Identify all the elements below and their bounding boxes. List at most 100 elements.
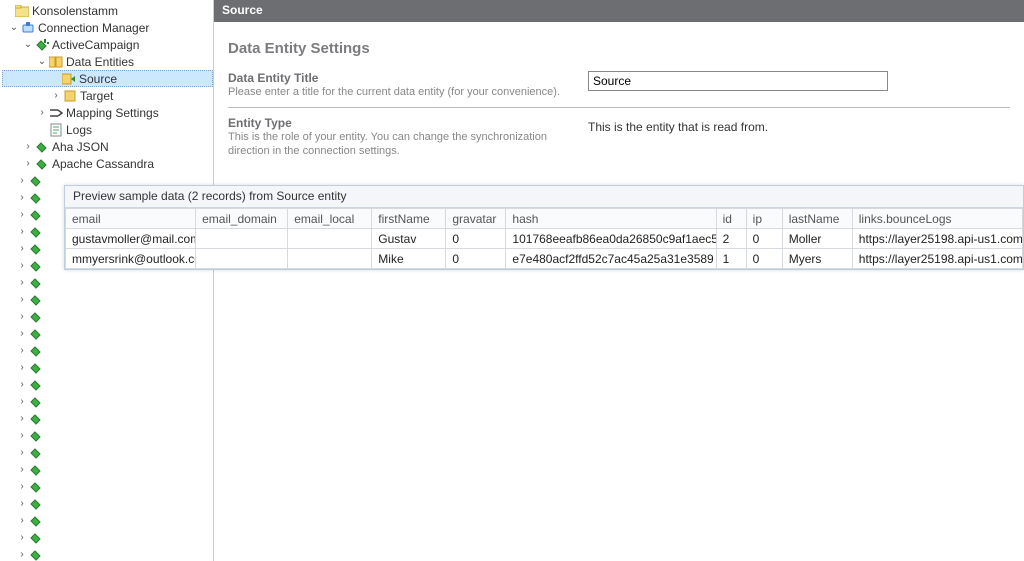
col-lastname[interactable]: lastName <box>782 209 852 229</box>
panel-title-bar: Source <box>214 0 1024 22</box>
table-row[interactable]: mmyersrink@outlook.com Mike 0 e7e480acf2… <box>66 249 1023 269</box>
tree-data-entities[interactable]: ⌄ Data Entities <box>2 53 213 70</box>
col-email-domain[interactable]: email_domain <box>196 209 288 229</box>
plug-icon <box>34 37 50 53</box>
tree-cassandra[interactable]: › Apache Cassandra <box>2 155 213 172</box>
tree-target[interactable]: › Target <box>2 87 213 104</box>
cell: Gustav <box>372 229 446 249</box>
tree-root[interactable]: Konsolenstamm <box>2 2 213 19</box>
col-firstname[interactable]: firstName <box>372 209 446 229</box>
plug-icon <box>28 190 44 206</box>
chevron-right-icon[interactable]: › <box>22 158 34 169</box>
tree-item-collapsed[interactable]: › <box>2 546 213 561</box>
chevron-down-icon[interactable]: ⌄ <box>22 39 34 50</box>
chevron-right-icon[interactable]: › <box>16 430 28 441</box>
chevron-right-icon[interactable]: › <box>16 464 28 475</box>
tree-item-collapsed[interactable]: › <box>2 376 213 393</box>
chevron-right-icon[interactable]: › <box>16 192 28 203</box>
tree-conn-mgr-label: Connection Manager <box>36 21 149 35</box>
tree-item-collapsed[interactable]: › <box>2 308 213 325</box>
folder-icon <box>14 3 30 19</box>
tree-item-collapsed[interactable]: › <box>2 274 213 291</box>
col-ip[interactable]: ip <box>746 209 782 229</box>
tree-item-collapsed[interactable]: › <box>2 342 213 359</box>
entity-title-input[interactable] <box>588 71 888 91</box>
tree-mapping-label: Mapping Settings <box>64 106 159 120</box>
chevron-right-icon[interactable]: › <box>16 226 28 237</box>
chevron-right-icon[interactable]: › <box>16 532 28 543</box>
tree-item-collapsed[interactable]: › <box>2 359 213 376</box>
chevron-right-icon[interactable]: › <box>16 515 28 526</box>
plug-icon <box>28 394 44 410</box>
plug-icon <box>28 207 44 223</box>
tree-item-collapsed[interactable]: › <box>2 495 213 512</box>
chevron-right-icon[interactable]: › <box>22 141 34 152</box>
tree-aha-label: Aha JSON <box>50 140 109 154</box>
tree-item-collapsed[interactable]: › <box>2 529 213 546</box>
plug-icon <box>28 173 44 189</box>
chevron-right-icon[interactable]: › <box>16 209 28 220</box>
tree-item-collapsed[interactable]: › <box>2 461 213 478</box>
preview-header: Preview sample data (2 records) from Sou… <box>65 186 1023 208</box>
cell: 0 <box>446 229 506 249</box>
col-email-local[interactable]: email_local <box>288 209 372 229</box>
tree-aha[interactable]: › Aha JSON <box>2 138 213 155</box>
chevron-right-icon[interactable]: › <box>16 260 28 271</box>
tree-item-collapsed[interactable]: › <box>2 393 213 410</box>
col-hash[interactable]: hash <box>506 209 716 229</box>
plug-icon <box>28 513 44 529</box>
chevron-right-icon[interactable]: › <box>16 328 28 339</box>
table-row[interactable]: gustavmoller@mail.com Gustav 0 101768eea… <box>66 229 1023 249</box>
entity-role-text: This is the entity that is read from. <box>588 116 768 134</box>
entity-type-label: Entity Type <box>228 116 568 130</box>
cell: Mike <box>372 249 446 269</box>
source-entity-icon <box>61 71 77 87</box>
col-gravatar[interactable]: gravatar <box>446 209 506 229</box>
col-id[interactable]: id <box>716 209 746 229</box>
cell <box>196 249 288 269</box>
plug-icon <box>28 292 44 308</box>
chevron-right-icon[interactable]: › <box>16 396 28 407</box>
tree-item-collapsed[interactable]: › <box>2 325 213 342</box>
chevron-down-icon[interactable]: ⌄ <box>36 56 48 67</box>
chevron-right-icon[interactable]: › <box>16 175 28 186</box>
chevron-right-icon[interactable]: › <box>16 277 28 288</box>
chevron-right-icon[interactable]: › <box>16 549 28 560</box>
cell: gustavmoller@mail.com <box>66 229 196 249</box>
mapping-icon <box>48 105 64 121</box>
tree-item-collapsed[interactable]: › <box>2 291 213 308</box>
tree-item-collapsed[interactable]: › <box>2 444 213 461</box>
chevron-right-icon[interactable]: › <box>16 481 28 492</box>
chevron-right-icon[interactable]: › <box>16 362 28 373</box>
tree-source[interactable]: Source <box>2 70 213 87</box>
tree-de-label: Data Entities <box>64 55 134 69</box>
chevron-right-icon[interactable]: › <box>16 345 28 356</box>
plug-icon <box>34 139 50 155</box>
chevron-right-icon[interactable]: › <box>50 90 62 101</box>
tree-item-collapsed[interactable]: › <box>2 478 213 495</box>
tree-item-collapsed[interactable]: › <box>2 512 213 529</box>
chevron-right-icon[interactable]: › <box>16 294 28 305</box>
tree-item-collapsed[interactable]: › <box>2 427 213 444</box>
chevron-right-icon[interactable]: › <box>16 311 28 322</box>
chevron-right-icon[interactable]: › <box>16 447 28 458</box>
title-field-desc: Please enter a title for the current dat… <box>228 85 568 99</box>
tree-conn-mgr[interactable]: ⌄ Connection Manager <box>2 19 213 36</box>
tree-logs[interactable]: Logs <box>2 121 213 138</box>
chevron-right-icon[interactable]: › <box>16 379 28 390</box>
col-links[interactable]: links.bounceLogs <box>852 209 1022 229</box>
cell: https://layer25198.api-us1.com <box>852 229 1022 249</box>
chevron-right-icon[interactable]: › <box>36 107 48 118</box>
tree-activecampaign[interactable]: ⌄ ActiveCampaign <box>2 36 213 53</box>
tree-mapping[interactable]: › Mapping Settings <box>2 104 213 121</box>
tree-item-collapsed[interactable]: › <box>2 410 213 427</box>
plug-icon <box>28 496 44 512</box>
chevron-right-icon[interactable]: › <box>16 413 28 424</box>
plug-icon <box>28 343 44 359</box>
chevron-right-icon[interactable]: › <box>16 243 28 254</box>
cell <box>196 229 288 249</box>
chevron-down-icon[interactable]: ⌄ <box>8 22 20 33</box>
col-email[interactable]: email <box>66 209 196 229</box>
chevron-right-icon[interactable]: › <box>16 498 28 509</box>
cell: 0 <box>746 249 782 269</box>
